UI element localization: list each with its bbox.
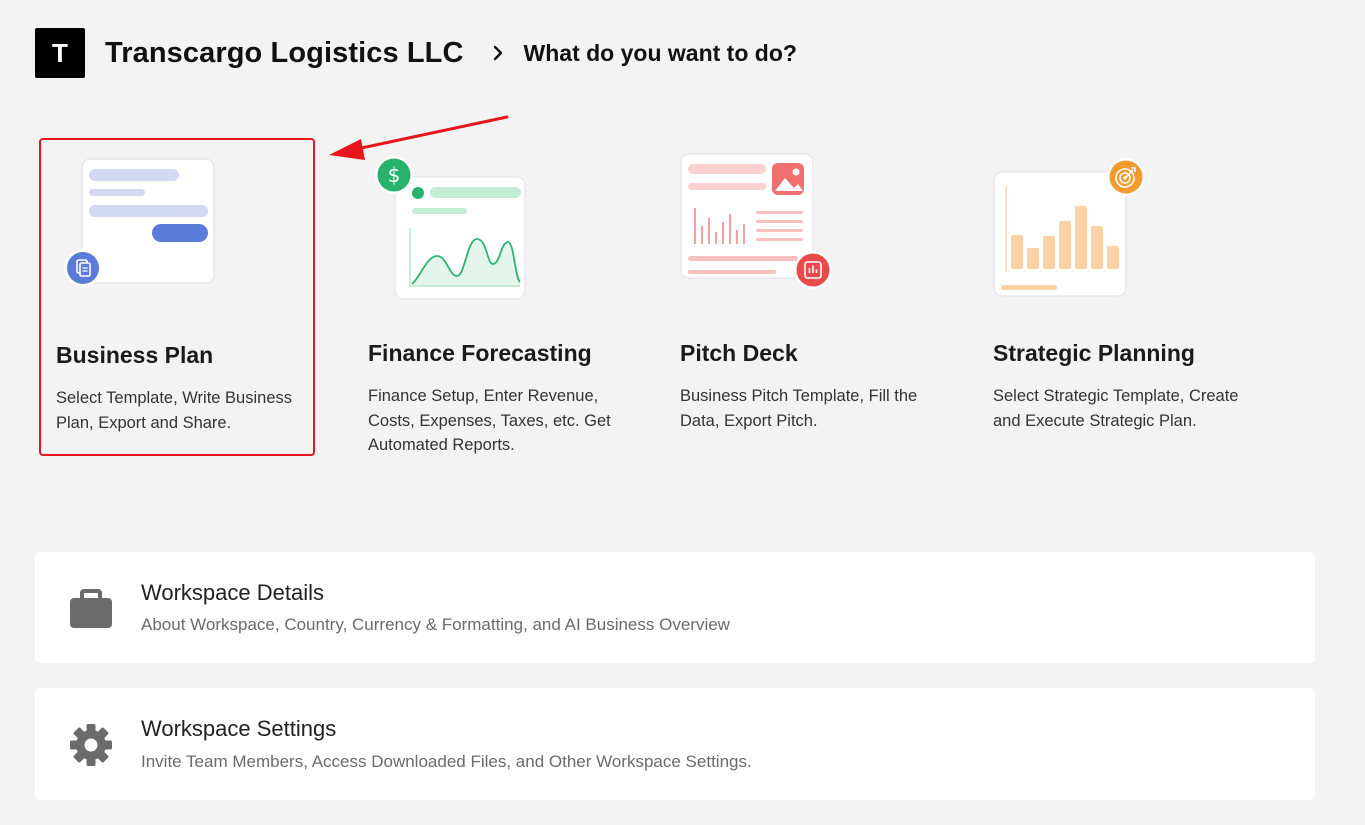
card-description: Finance Setup, Enter Revenue, Costs, Exp… bbox=[368, 387, 611, 454]
workspace-settings-panel[interactable]: Workspace Settings Invite Team Members, … bbox=[35, 688, 1315, 800]
presentation-chart-icon bbox=[794, 251, 832, 289]
svg-text:$: $ bbox=[388, 163, 401, 187]
card-title: Pitch Deck bbox=[680, 340, 798, 366]
briefcase-icon bbox=[68, 585, 114, 631]
card-title: Business Plan bbox=[56, 342, 214, 368]
target-icon bbox=[1107, 158, 1145, 196]
panel-description: About Workspace, Country, Currency & For… bbox=[141, 615, 730, 634]
company-name[interactable]: Transcargo Logistics LLC bbox=[105, 37, 464, 70]
gear-icon bbox=[68, 722, 114, 768]
panel-description: Invite Team Members, Access Downloaded F… bbox=[141, 752, 752, 771]
card-description: Business Pitch Template, Fill the Data, … bbox=[680, 387, 918, 430]
business-plan-card[interactable]: Business Plan Select Template, Write Bus… bbox=[39, 138, 315, 456]
business-plan-illustration bbox=[64, 158, 215, 287]
card-title: Finance Forecasting bbox=[368, 340, 592, 366]
header: T Transcargo Logistics LLC What do you w… bbox=[35, 28, 797, 78]
pitch-deck-illustration bbox=[680, 153, 832, 289]
document-icon bbox=[64, 249, 102, 287]
card-title: Strategic Planning bbox=[993, 340, 1195, 366]
card-description: Select Strategic Template, Create and Ex… bbox=[993, 387, 1239, 430]
pitch-deck-card[interactable]: Pitch Deck Business Pitch Template, Fill… bbox=[665, 138, 941, 456]
finance-forecasting-card[interactable]: $ Finance Forecasting Finance Setup, Ent… bbox=[353, 138, 629, 456]
workspace-details-panel[interactable]: Workspace Details About Workspace, Count… bbox=[35, 552, 1315, 663]
page-title: What do you want to do? bbox=[523, 39, 797, 66]
panel-title: Workspace Details bbox=[141, 580, 324, 605]
panel-title: Workspace Settings bbox=[141, 716, 337, 741]
strategic-planning-card[interactable]: Strategic Planning Select Strategic Temp… bbox=[978, 138, 1254, 456]
workspace-logo[interactable]: T bbox=[35, 28, 85, 78]
card-description: Select Template, Write Business Plan, Ex… bbox=[56, 389, 292, 432]
strategic-planning-illustration bbox=[993, 158, 1145, 297]
chevron-right-icon bbox=[488, 43, 508, 63]
finance-forecasting-illustration: $ bbox=[375, 156, 526, 300]
dollar-icon: $ bbox=[375, 156, 413, 194]
